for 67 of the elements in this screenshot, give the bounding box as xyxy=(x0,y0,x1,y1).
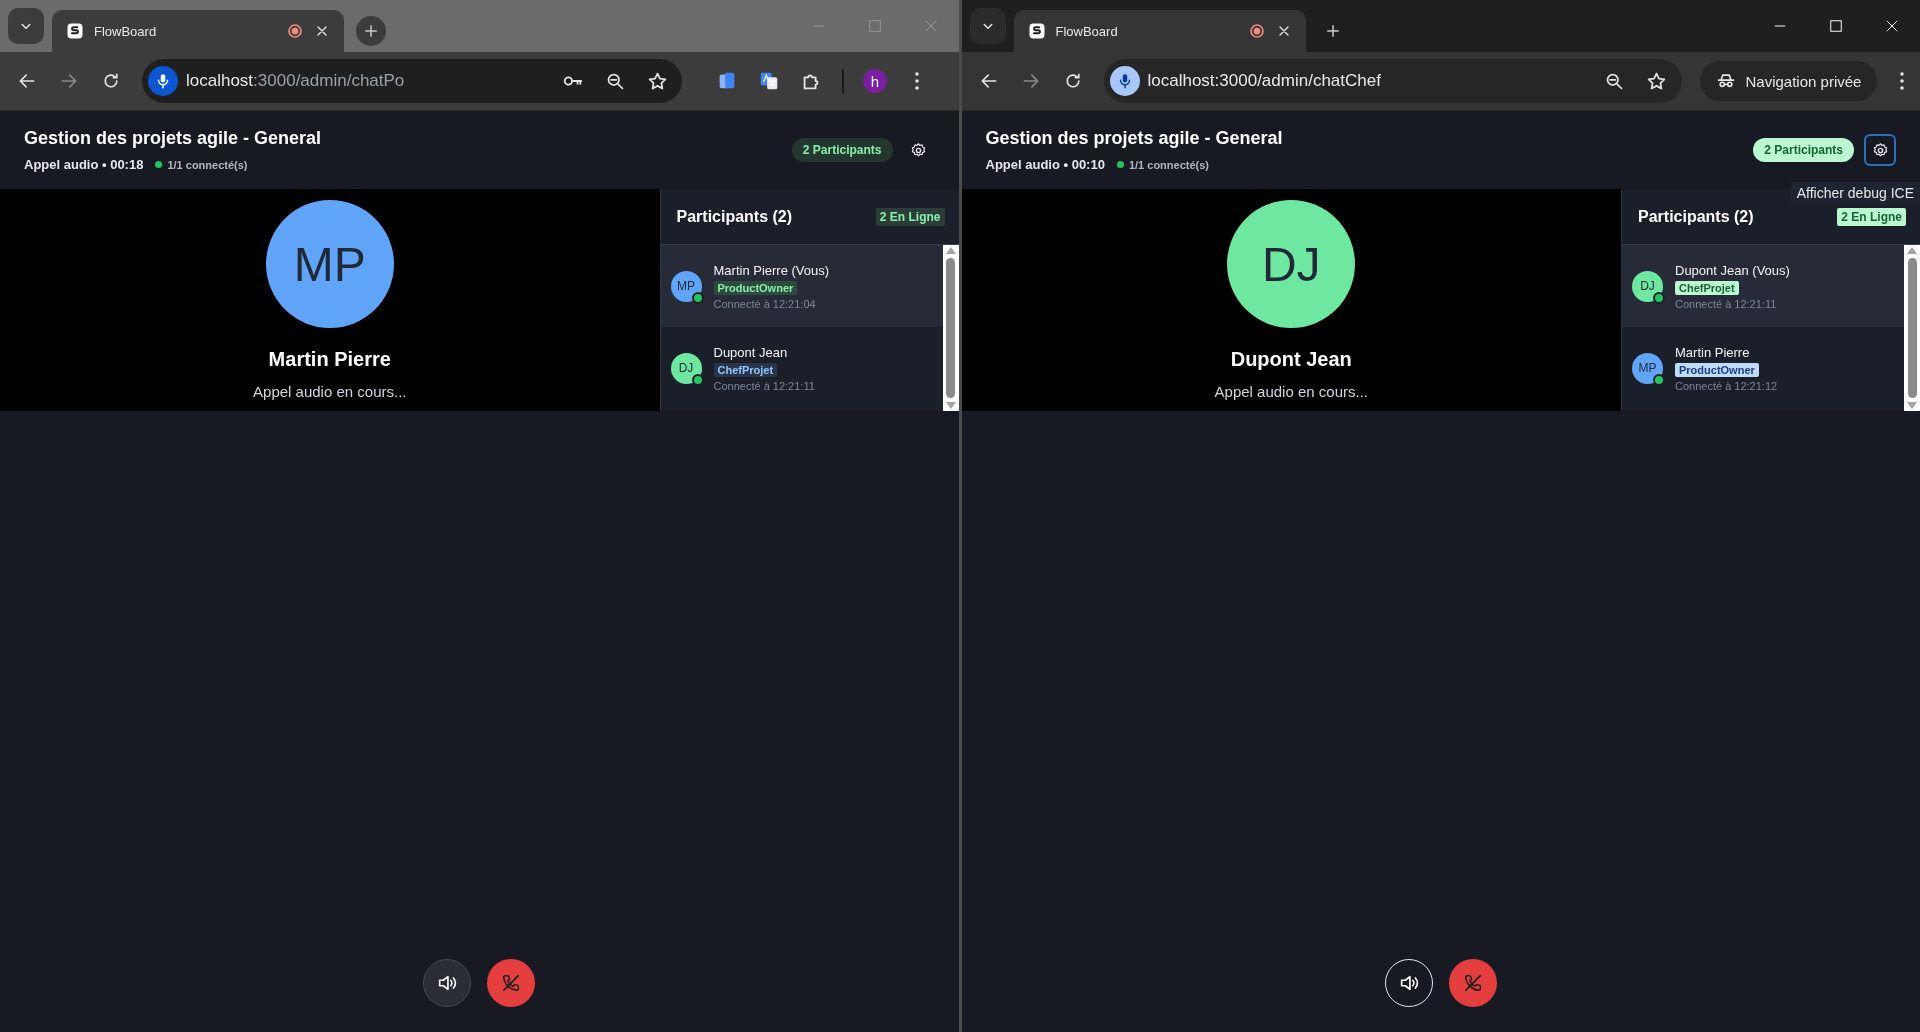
maximize-icon[interactable] xyxy=(1827,17,1845,35)
star-icon xyxy=(646,70,668,92)
role-tag: ChefProjet xyxy=(713,362,778,377)
tooltip: Afficher debug ICE xyxy=(1790,182,1920,204)
plus-icon xyxy=(362,22,380,40)
microphone-indicator[interactable] xyxy=(148,66,178,96)
connection-time: Connecté à 12:21:04 xyxy=(713,297,816,310)
caller-name: Martin Pierre xyxy=(268,348,391,371)
role-tag: ProductOwner xyxy=(1675,362,1759,377)
app-logo-icon xyxy=(1027,22,1046,40)
new-tab-button[interactable] xyxy=(356,16,386,46)
address-bar[interactable]: localhost:3000/admin/chatPo xyxy=(142,59,682,103)
participant-name: Dupont Jean xyxy=(713,344,788,360)
private-mode-chip[interactable]: Navigation privée xyxy=(1699,61,1878,101)
settings-icon xyxy=(910,141,927,159)
connection-status: 1/1 connecté(s) xyxy=(155,158,248,171)
channel-title: Gestion des projets agile - General xyxy=(24,128,322,149)
tab-title: FlowBoard xyxy=(94,23,158,39)
connection-time: Connecté à 12:21:12 xyxy=(1675,379,1778,392)
call-info: Appel audio • 00:10 xyxy=(985,157,1105,172)
participant-row[interactable]: MP Martin Pierre (Vous) ProductOwner Connecté à 12:21:04 xyxy=(660,245,943,327)
forward-icon xyxy=(59,71,79,91)
participants-badge: 2 Participants xyxy=(791,138,893,162)
browser-tab[interactable]: FlowBoard xyxy=(52,10,344,52)
avatar-initials: MP xyxy=(1638,361,1657,375)
reload-icon xyxy=(101,71,121,91)
connection-time: Connecté à 12:21:11 xyxy=(1675,297,1777,310)
participant-name: Martin Pierre xyxy=(1675,344,1750,360)
tab-title: FlowBoard xyxy=(1055,23,1119,39)
star-icon xyxy=(1646,70,1667,92)
caller-name: Dupont Jean xyxy=(1230,348,1352,371)
browser-tab[interactable]: FlowBoard xyxy=(1013,10,1306,52)
avatar-initials: DJ xyxy=(1261,236,1321,292)
panel-title: Participants (2) xyxy=(676,207,793,226)
connection-status: 1/1 connecté(s) xyxy=(1116,158,1209,171)
panel-title: Participants (2) xyxy=(1638,207,1754,226)
address-bar[interactable]: localhost:3000/admin/chatChef xyxy=(1103,59,1682,103)
settings-icon xyxy=(1871,141,1889,159)
avatar-initials: DJ xyxy=(678,361,694,375)
hang-up-button[interactable] xyxy=(487,959,536,1007)
microphone-indicator[interactable] xyxy=(1109,66,1140,96)
more-icon xyxy=(1900,72,1905,90)
participants-badge: 2 Participants xyxy=(1753,138,1854,162)
participant-row[interactable]: DJ Dupont Jean (Vous) ChefProjet Connecté à 12:21:11 xyxy=(1622,245,1904,327)
avatar-initials: DJ xyxy=(1640,279,1655,293)
url-text: localhost:3000/admin/chatPo xyxy=(186,71,406,91)
url-text: localhost:3000/admin/chatChef xyxy=(1147,71,1382,91)
back-icon xyxy=(17,71,37,91)
channel-title: Gestion des projets agile - General xyxy=(985,128,1283,149)
connection-time: Connecté à 12:21:11 xyxy=(713,379,815,392)
speaker-button[interactable] xyxy=(423,959,472,1007)
participant-name: Dupont Jean (Vous) xyxy=(1675,262,1790,278)
role-tag: ProductOwner xyxy=(713,280,798,295)
app-logo-icon xyxy=(66,22,84,40)
avatar-initials: MP xyxy=(677,279,695,293)
participant-name: Martin Pierre (Vous) xyxy=(713,262,830,278)
more-icon xyxy=(915,72,919,90)
hang-up-button[interactable] xyxy=(1448,959,1497,1007)
online-badge: 2 En Ligne xyxy=(1837,207,1906,226)
call-status: Appel audio en cours... xyxy=(1214,383,1368,400)
avatar-initials: MP xyxy=(293,236,366,292)
translate-icon xyxy=(758,70,780,92)
online-badge: 2 En Ligne xyxy=(875,207,945,226)
role-tag: ChefProjet xyxy=(1675,280,1739,295)
call-info: Appel audio • 00:18 xyxy=(24,157,144,172)
call-status: Appel audio en cours... xyxy=(253,383,407,400)
settings-button[interactable] xyxy=(1864,134,1896,166)
